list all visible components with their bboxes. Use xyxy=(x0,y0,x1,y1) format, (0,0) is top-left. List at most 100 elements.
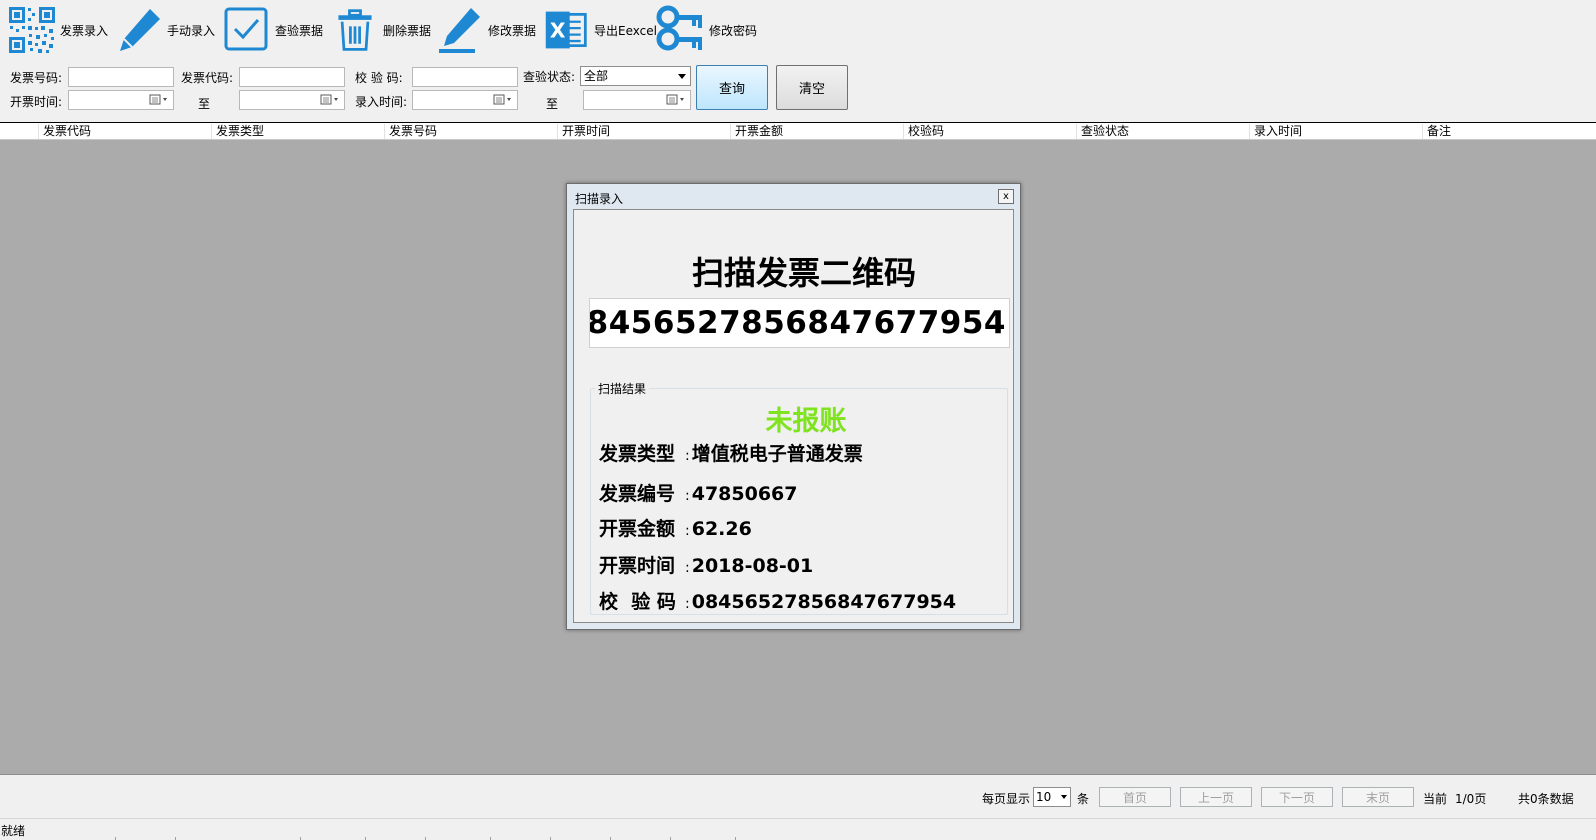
dialog-title: 扫描录入 xyxy=(575,192,624,206)
check-code-input[interactable] xyxy=(412,67,518,87)
total-records: 共0条数据 xyxy=(1518,792,1574,806)
column-header-check-code[interactable]: 校验码 xyxy=(903,124,944,139)
current-page-value: 1/0页 xyxy=(1455,792,1487,806)
column-header-verify-status[interactable]: 查验状态 xyxy=(1076,124,1129,139)
edit-label: 修改票据 xyxy=(488,23,537,38)
trash-icon xyxy=(329,4,381,56)
result-label: 发票类型 xyxy=(599,443,676,465)
per-page-select[interactable]: 10 xyxy=(1033,787,1071,807)
result-value: 增值税电子普通发票 xyxy=(691,443,863,465)
column-header-entry-time[interactable]: 录入时间 xyxy=(1249,124,1302,139)
chevron-down-icon xyxy=(678,74,686,79)
scan-heading: 扫描发票二维码 xyxy=(691,254,916,292)
checkbox-check-icon xyxy=(221,4,273,56)
pagination-bar: 每页显示 10 条 首页 上一页 下一页 末页 当前 1/0页 共0条数据 xyxy=(0,774,1596,818)
colon: : xyxy=(685,596,690,612)
close-button[interactable]: x xyxy=(998,189,1014,204)
reimbursement-status: 未报账 xyxy=(765,406,847,437)
to-label-issue: 至 xyxy=(198,97,211,111)
status-text: 就绪 xyxy=(1,824,26,838)
scan-result-title: 扫描结果 xyxy=(595,380,650,397)
result-value: 47850667 xyxy=(691,483,798,505)
column-header-invoice-code[interactable]: 发票代码 xyxy=(38,124,91,139)
issue-time-to-picker[interactable] xyxy=(239,90,345,110)
calendar-dropdown-icon xyxy=(493,94,515,106)
toolbar: 发票录入 手动录入 查验票据 删除票据 修改票据 X 导出Eexcel 修改密码 xyxy=(0,0,1596,62)
result-label: 开票时间 xyxy=(599,555,676,577)
scan-result-group: 扫描结果 未报账 发票类型: 增值税电子普通发票 发票编号:47850667 开票… xyxy=(590,380,1008,615)
calendar-dropdown-icon xyxy=(320,94,342,106)
per-page-label: 每页显示 xyxy=(982,792,1031,806)
search-panel: 发票号码: 发票代码: 校 验 码: 查验状态: 全部 开票时间: 至 录入时间… xyxy=(0,62,1596,122)
first-page-button[interactable]: 首页 xyxy=(1099,787,1171,807)
per-page-unit: 条 xyxy=(1077,792,1090,806)
colon: : xyxy=(685,488,690,504)
close-icon: x xyxy=(1003,190,1009,202)
manual-entry-button[interactable]: 手动录入 xyxy=(113,4,215,56)
verify-status-value: 全部 xyxy=(584,69,609,83)
column-header-invoice-number[interactable]: 发票号码 xyxy=(384,124,437,139)
result-label: 校 验 码 xyxy=(599,591,676,613)
colon: : xyxy=(685,448,690,464)
result-value: 2018-08-01 xyxy=(691,555,814,577)
delete-button[interactable]: 删除票据 xyxy=(329,4,431,56)
export-excel-label: 导出Eexcel xyxy=(594,23,657,38)
export-excel-button[interactable]: X 导出Eexcel xyxy=(540,4,657,56)
result-value: 08456527856847677954 xyxy=(691,591,957,613)
entry-time-label: 录入时间: xyxy=(355,95,408,109)
status-bar: 就绪 xyxy=(0,818,1596,840)
colon: : xyxy=(685,560,690,576)
svg-text:X: X xyxy=(550,18,566,42)
excel-icon: X xyxy=(540,4,592,56)
scan-entry-button[interactable]: 发票录入 xyxy=(6,4,108,56)
calendar-dropdown-icon xyxy=(149,94,171,106)
issue-time-from-picker[interactable] xyxy=(68,90,174,110)
verify-button[interactable]: 查验票据 xyxy=(221,4,323,56)
pencil-icon xyxy=(113,4,165,56)
column-header-issue-time[interactable]: 开票时间 xyxy=(557,124,610,139)
invoice-code-input[interactable] xyxy=(239,67,345,87)
verify-status-label: 查验状态: xyxy=(523,70,576,84)
result-label: 发票编号 xyxy=(599,483,676,505)
qr-code-icon xyxy=(6,4,58,56)
query-button[interactable]: 查询 xyxy=(696,65,768,110)
key-icon xyxy=(655,4,707,56)
result-label: 开票金额 xyxy=(599,518,676,540)
column-header-invoice-type[interactable]: 发票类型 xyxy=(211,124,264,139)
manual-entry-label: 手动录入 xyxy=(167,23,216,38)
result-row-check-code: 校 验 码:08456527856847677954 xyxy=(599,587,956,614)
change-password-label: 修改密码 xyxy=(709,23,758,38)
result-value: 62.26 xyxy=(691,518,752,540)
entry-time-from-picker[interactable] xyxy=(412,90,518,110)
result-row-invoice-number: 发票编号:47850667 xyxy=(599,479,797,506)
scan-entry-dialog: 扫描录入 x 扫描发票二维码 .,08456527856847677954 扫描… xyxy=(566,183,1021,630)
qr-code-input[interactable]: .,08456527856847677954 xyxy=(589,298,1010,348)
verify-label: 查验票据 xyxy=(275,23,324,38)
verify-status-select[interactable]: 全部 xyxy=(580,66,691,86)
prev-page-button[interactable]: 上一页 xyxy=(1180,787,1252,807)
calendar-dropdown-icon xyxy=(666,94,688,106)
to-label-entry: 至 xyxy=(546,97,559,111)
invoice-grid-header: 发票代码 发票类型 发票号码 开票时间 开票金额 校验码 查验状态 录入时间 备… xyxy=(0,122,1596,140)
next-page-button[interactable]: 下一页 xyxy=(1261,787,1333,807)
result-row-invoice-type: 发票类型: 增值税电子普通发票 xyxy=(599,439,863,466)
column-header-remark[interactable]: 备注 xyxy=(1422,124,1451,139)
invoice-number-input[interactable] xyxy=(68,67,174,87)
issue-time-label: 开票时间: xyxy=(10,95,63,109)
per-page-value: 10 xyxy=(1036,790,1052,804)
change-password-button[interactable]: 修改密码 xyxy=(655,4,757,56)
result-row-amount: 开票金额:62.26 xyxy=(599,514,752,541)
clear-button[interactable]: 清空 xyxy=(776,65,848,110)
colon: : xyxy=(685,523,690,539)
check-code-label: 校 验 码: xyxy=(355,71,403,85)
qr-code-value: .,08456527856847677954 xyxy=(589,305,1006,341)
current-page-label: 当前 xyxy=(1423,792,1448,806)
invoice-code-label: 发票代码: xyxy=(181,71,234,85)
edit-pencil-icon xyxy=(434,4,486,56)
last-page-button[interactable]: 末页 xyxy=(1342,787,1414,807)
delete-label: 删除票据 xyxy=(383,23,432,38)
column-header-amount[interactable]: 开票金额 xyxy=(730,124,783,139)
invoice-number-label: 发票号码: xyxy=(10,71,63,85)
entry-time-to-picker[interactable] xyxy=(583,90,691,110)
edit-button[interactable]: 修改票据 xyxy=(434,4,536,56)
